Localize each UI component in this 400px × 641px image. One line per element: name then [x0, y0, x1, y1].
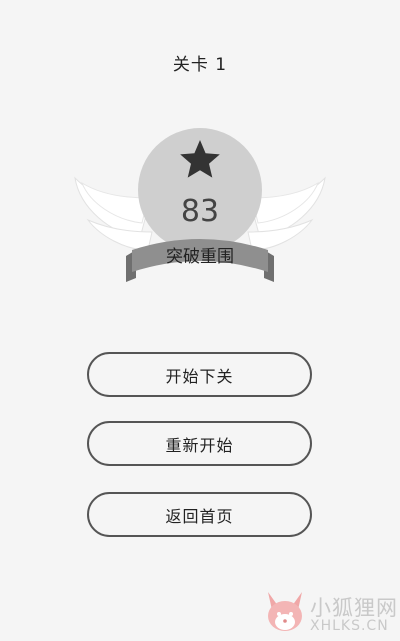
watermark-en: XHLKS.CN [310, 618, 389, 634]
ribbon-title: 突破重围 [166, 247, 234, 267]
score-text: 83 [181, 194, 219, 229]
restart-button[interactable]: 重新开始 [87, 421, 312, 466]
fox-logo-icon [268, 592, 302, 631]
next-level-button[interactable]: 开始下关 [87, 352, 312, 397]
level-title: 关卡 1 [172, 55, 228, 75]
site-watermark: 小狐狸网 XHLKS.CN [262, 586, 400, 641]
result-badge: 83 突破重围 [70, 128, 330, 288]
home-button[interactable]: 返回首页 [87, 492, 312, 537]
